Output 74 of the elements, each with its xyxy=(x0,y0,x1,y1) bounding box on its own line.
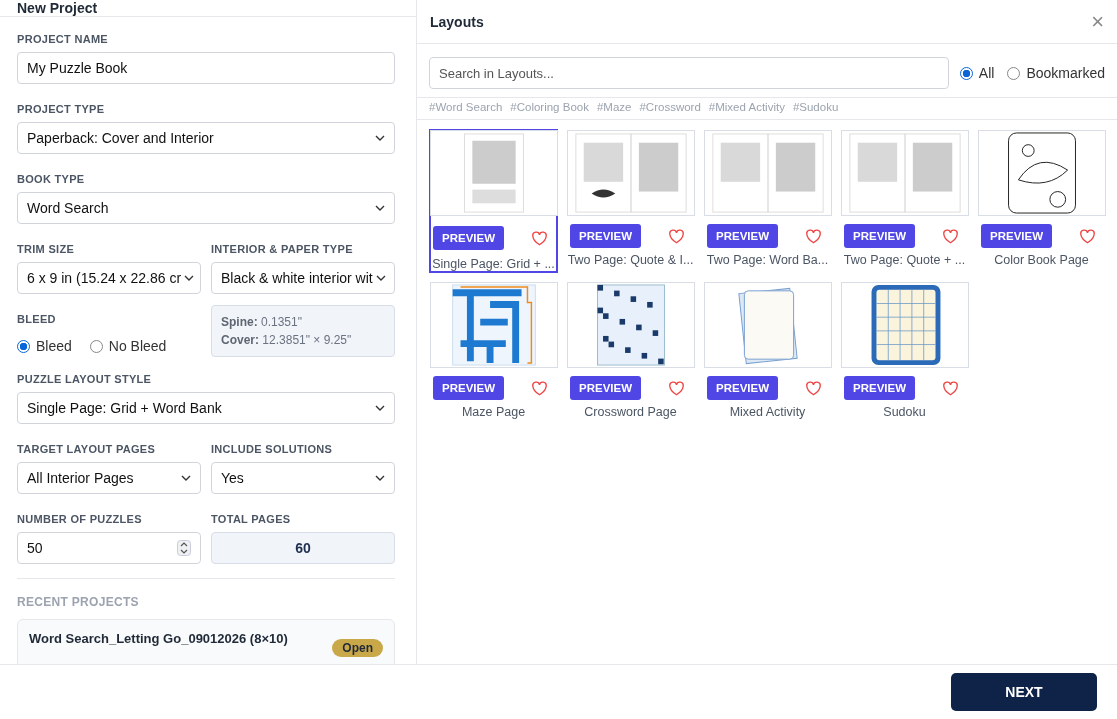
select-field[interactable]: Paperback: Cover and Interior xyxy=(17,122,395,154)
select-field[interactable]: Word Search xyxy=(17,192,395,224)
field-label: INTERIOR & PAPER TYPE xyxy=(211,243,354,255)
layout-name: Maze Page xyxy=(461,405,526,419)
layout-name: Color Book Page xyxy=(994,253,1089,267)
heart-icon[interactable] xyxy=(668,380,685,396)
field-label: PROJECT NAME xyxy=(17,33,109,45)
preview-button[interactable]: PREVIEW xyxy=(570,376,642,400)
close-button[interactable]: × xyxy=(1091,8,1104,35)
stepper-icon[interactable] xyxy=(177,540,191,556)
layout-name: Crossword Page xyxy=(584,405,677,419)
preview-button[interactable]: PREVIEW xyxy=(707,376,779,400)
caret-icon xyxy=(181,475,191,481)
radio-option[interactable]: No Bleed xyxy=(89,338,167,354)
dimension-text: Cover: 12.3851" × 9.25" xyxy=(221,333,353,347)
preview-button[interactable]: PREVIEW xyxy=(433,376,505,400)
layout-name: Two Page: Quote & I... xyxy=(567,253,694,267)
radio-button[interactable] xyxy=(959,66,973,80)
heart-icon[interactable] xyxy=(1079,228,1096,244)
field-label: BOOK TYPE xyxy=(17,173,86,185)
field-label: TOTAL PAGES xyxy=(211,513,292,525)
heart-icon[interactable] xyxy=(805,380,822,396)
panel-title: Layouts xyxy=(430,13,484,30)
preview-button[interactable]: PREVIEW xyxy=(570,224,642,248)
input-field[interactable]: My Puzzle Book xyxy=(17,52,395,84)
search-field[interactable]: Search in Layouts... xyxy=(429,57,949,89)
heart-icon[interactable] xyxy=(805,228,822,244)
layout-name: Mixed Activity xyxy=(729,405,806,419)
select-field[interactable]: Yes xyxy=(211,462,395,494)
select-field[interactable]: 6 x 9 in (15.24 x 22.86 cr xyxy=(17,262,201,294)
open-button[interactable]: Open xyxy=(332,639,383,657)
panel-title: New Project xyxy=(17,0,98,16)
recent-project-card[interactable]: Word Search_Letting Go_09012026 (8×10) Open xyxy=(17,619,395,664)
layout-name: Two Page: Word Ba... xyxy=(706,253,829,267)
layout-name: Sudoku xyxy=(883,405,926,419)
heart-icon[interactable] xyxy=(531,380,548,396)
select-field[interactable]: Single Page: Grid + Word Bank xyxy=(17,392,395,424)
field-label: INCLUDE SOLUTIONS xyxy=(211,443,334,455)
preview-button[interactable]: PREVIEW xyxy=(844,376,916,400)
next-button[interactable]: NEXT xyxy=(951,673,1097,711)
preview-button[interactable]: PREVIEW xyxy=(707,224,779,248)
heart-icon[interactable] xyxy=(531,230,548,246)
field-label: PROJECT TYPE xyxy=(17,103,106,115)
filter-option[interactable]: Bookmarked xyxy=(1007,65,1105,81)
caret-icon xyxy=(375,205,385,211)
preview-button[interactable]: PREVIEW xyxy=(981,224,1053,248)
heart-icon[interactable] xyxy=(942,228,959,244)
field-label: BLEED xyxy=(17,313,57,325)
radio-option[interactable]: Bleed xyxy=(17,338,72,354)
heart-icon[interactable] xyxy=(942,380,959,396)
preview-button[interactable]: PREVIEW xyxy=(433,226,505,250)
layout-card[interactable]: PREVIEW Single Page: Grid + ... xyxy=(429,129,558,273)
field-label: PUZZLE LAYOUT STYLE xyxy=(17,373,153,385)
preview-button[interactable]: PREVIEW xyxy=(844,224,916,248)
select-field[interactable]: All Interior Pages xyxy=(17,462,201,494)
total-pages-value: 60 xyxy=(211,532,395,564)
layout-name: Single Page: Grid + ... xyxy=(432,257,555,271)
section-title: RECENT PROJECTS xyxy=(17,595,140,609)
select-field[interactable]: Black & white interior wit xyxy=(211,262,395,294)
caret-icon xyxy=(375,275,386,281)
layout-name: Two Page: Quote + ... xyxy=(843,253,966,267)
field-label: TARGET LAYOUT PAGES xyxy=(17,443,157,455)
heart-icon[interactable] xyxy=(668,228,685,244)
caret-icon xyxy=(184,275,195,281)
radio-button[interactable] xyxy=(17,339,30,353)
caret-icon xyxy=(375,135,385,141)
filter-option[interactable]: All xyxy=(959,65,995,81)
dimension-text: Spine: 0.1351" xyxy=(221,315,303,329)
project-name: Word Search_Letting Go_09012026 (8×10) xyxy=(29,631,288,646)
field-label: NUMBER OF PUZZLES xyxy=(17,513,143,525)
field-label: TRIM SIZE xyxy=(17,243,76,255)
caret-icon xyxy=(375,475,385,481)
caret-icon xyxy=(375,405,385,411)
number-field[interactable]: 50 xyxy=(17,532,201,564)
